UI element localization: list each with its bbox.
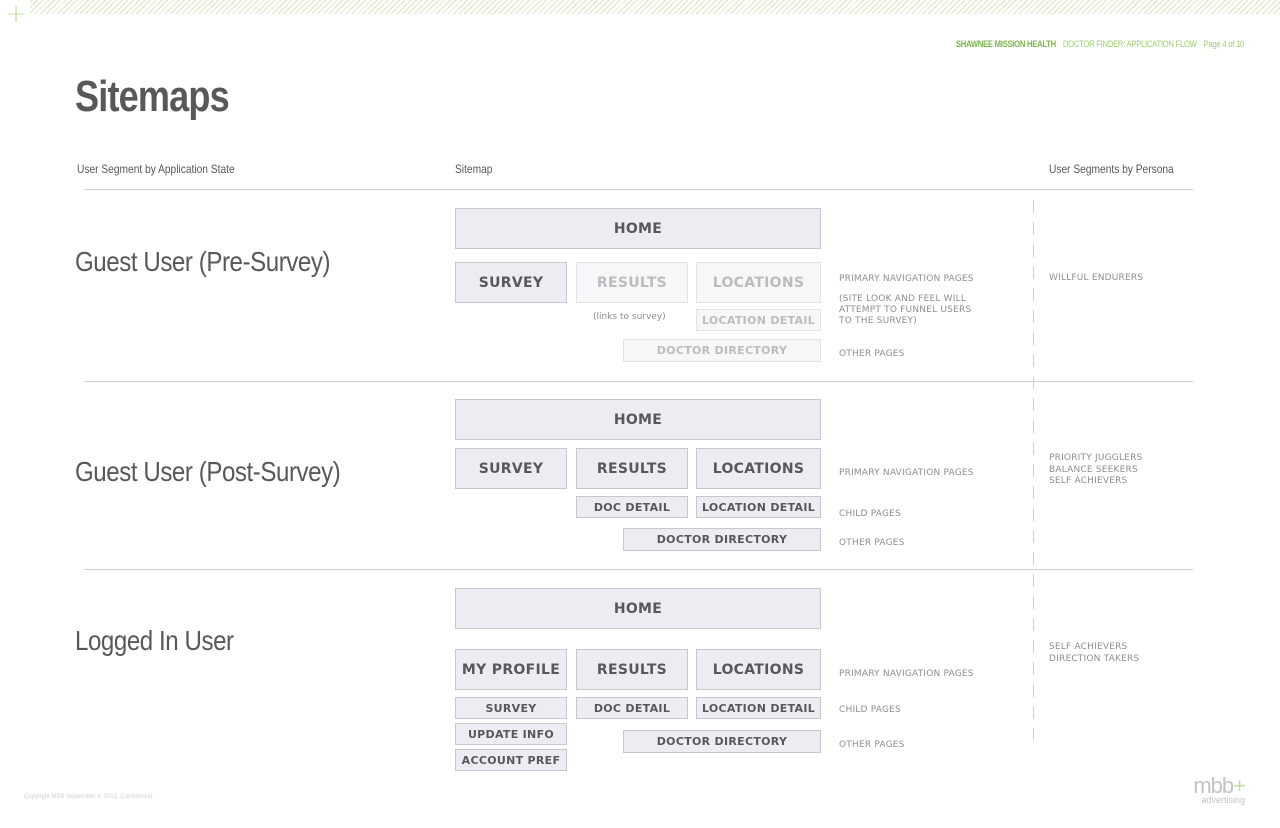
persona-item: WILLFUL ENDURERS — [1049, 273, 1144, 283]
sitemap-node-home: HOME — [455, 208, 821, 249]
label-child-pages: CHILD PAGES — [839, 705, 901, 715]
label-primary-navigation: PRIMARY NAVIGATION PAGES — [839, 274, 974, 284]
plus-icon: + — [5, 0, 27, 29]
label-funnel-note: (SITE LOOK AND FEEL WILL ATTEMPT TO FUNN… — [839, 294, 971, 327]
note-line: TO THE SURVEY) — [839, 316, 917, 326]
persona-item: DIRECTION TAKERS — [1049, 653, 1140, 664]
divider — [84, 569, 1193, 570]
sitemap-node-results: RESULTS — [576, 649, 688, 690]
dashed-divider — [1033, 200, 1034, 740]
mbb-logo: mbb+ advertising — [1193, 775, 1246, 805]
header-breadcrumb: SHAWNEE MISSION HEALTH DOCTOR FINDER: AP… — [956, 39, 1244, 49]
column-header-segment-state: User Segment by Application State — [77, 162, 235, 176]
results-note: (links to survey) — [593, 312, 666, 322]
page-title: Sitemaps — [75, 72, 230, 121]
sitemap-node-doc-detail: DOC DETAIL — [576, 697, 688, 719]
divider — [84, 381, 1193, 382]
persona-item: BALANCE SEEKERS — [1049, 464, 1138, 475]
segment-title: Guest User (Pre-Survey) — [75, 246, 331, 277]
sitemap-node-location-detail: LOCATION DETAIL — [696, 697, 821, 719]
note-line: (SITE LOOK AND FEEL WILL — [839, 294, 967, 304]
persona-item: SELF ACHIEVERS — [1049, 642, 1128, 652]
sitemap-node-update-info: UPDATE INFO — [455, 723, 567, 745]
label-primary-navigation: PRIMARY NAVIGATION PAGES — [839, 669, 974, 679]
sitemap-node-locations: LOCATIONS — [696, 649, 821, 690]
sitemap-node-account-pref: ACCOUNT PREF — [455, 749, 567, 771]
label-other-pages: OTHER PAGES — [839, 349, 905, 359]
sitemap-node-doctor-directory: DOCTOR DIRECTORY — [623, 528, 821, 551]
sitemap-node-my-profile: MY PROFILE — [455, 649, 567, 690]
sitemap-node-home: HOME — [455, 588, 821, 629]
persona-item: SELF ACHIEVERS — [1049, 476, 1128, 486]
label-other-pages: OTHER PAGES — [839, 740, 905, 750]
sitemap-node-doc-detail: DOC DETAIL — [576, 496, 688, 518]
sitemap-node-location-detail: LOCATION DETAIL — [696, 496, 821, 518]
sitemap-node-survey: SURVEY — [455, 262, 567, 303]
divider — [84, 189, 1193, 190]
persona-list: PRIORITY JUGGLERS BALANCE SEEKERS SELF A… — [1049, 453, 1142, 488]
sitemap-node-locations: LOCATIONS — [696, 448, 821, 489]
segment-title: Logged In User — [75, 625, 234, 656]
sitemap-node-home: HOME — [455, 399, 821, 440]
label-primary-navigation: PRIMARY NAVIGATION PAGES — [839, 468, 974, 478]
copyright-notice: Copyright MBB September 4, 2015. Confide… — [24, 794, 154, 800]
persona-list: SELF ACHIEVERS DIRECTION TAKERS — [1049, 642, 1139, 665]
header-page-number: Page 4 of 10 — [1203, 39, 1245, 49]
sitemap-node-location-detail: LOCATION DETAIL — [696, 309, 821, 331]
sitemap-node-results: RESULTS — [576, 448, 688, 489]
header-brand: SHAWNEE MISSION HEALTH — [955, 39, 1056, 49]
sitemap-node-doctor-directory: DOCTOR DIRECTORY — [623, 339, 821, 362]
column-header-persona: User Segments by Persona — [1049, 162, 1174, 176]
sitemap-node-results: RESULTS — [576, 262, 688, 303]
sitemap-node-survey: SURVEY — [455, 448, 567, 489]
persona-list: WILLFUL ENDURERS — [1049, 273, 1143, 285]
note-line: ATTEMPT TO FUNNEL USERS — [839, 305, 972, 315]
label-child-pages: CHILD PAGES — [839, 509, 901, 519]
sitemap-node-locations: LOCATIONS — [696, 262, 821, 303]
column-header-sitemap: Sitemap — [455, 162, 493, 176]
persona-item: PRIORITY JUGGLERS — [1049, 453, 1143, 463]
segment-title: Guest User (Post-Survey) — [75, 456, 341, 487]
label-other-pages: OTHER PAGES — [839, 538, 905, 548]
sitemap-node-doctor-directory: DOCTOR DIRECTORY — [623, 730, 821, 753]
header-hatch-band — [30, 0, 1280, 14]
sitemap-node-survey: SURVEY — [455, 697, 567, 719]
logo-subtitle: advertising — [1201, 795, 1245, 805]
header-doc-title: DOCTOR FINDER: APPLICATION FLOW — [1062, 39, 1197, 49]
